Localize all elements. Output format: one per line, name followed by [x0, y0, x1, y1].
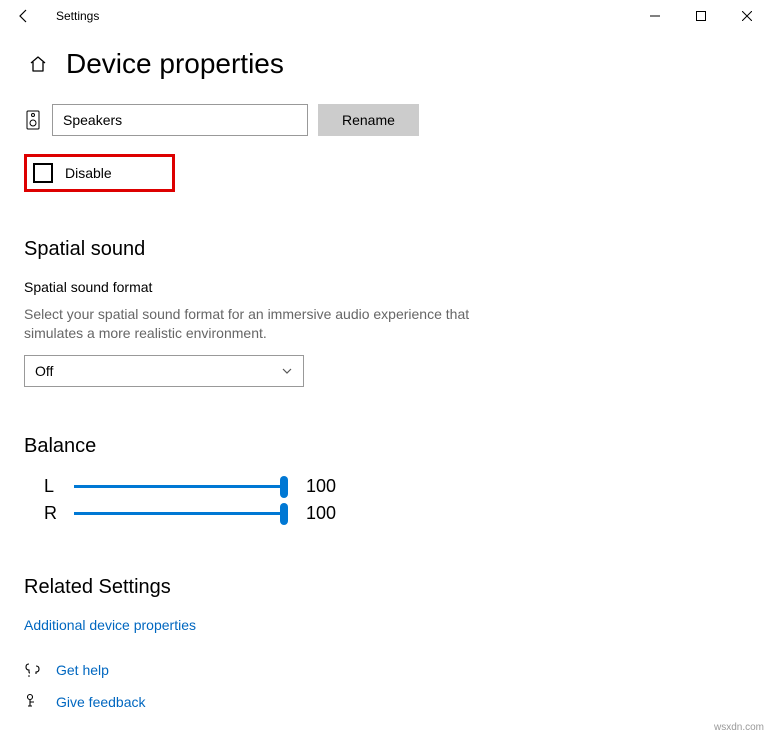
- device-name-row: Rename: [24, 104, 746, 136]
- help-icon: [24, 661, 42, 679]
- watermark: wsxdn.com: [714, 722, 764, 733]
- rename-button[interactable]: Rename: [318, 104, 419, 136]
- disable-label: Disable: [65, 165, 112, 181]
- additional-device-properties-link[interactable]: Additional device properties: [24, 617, 196, 633]
- back-arrow-icon: [16, 8, 32, 24]
- chevron-down-icon: [281, 365, 293, 377]
- balance-right-value: 100: [306, 503, 336, 524]
- spatial-sound-heading: Spatial sound: [24, 238, 746, 261]
- get-help-link[interactable]: Get help: [56, 662, 109, 678]
- minimize-icon: [650, 11, 660, 21]
- page-header: Device properties: [0, 32, 770, 104]
- back-button[interactable]: [8, 0, 40, 32]
- titlebar: Settings: [0, 0, 770, 32]
- dropdown-value: Off: [35, 363, 53, 379]
- content: Rename Disable Spatial sound Spatial sou…: [0, 104, 770, 635]
- feedback-icon: [24, 693, 42, 711]
- balance-left-slider[interactable]: [74, 485, 284, 488]
- window-title: Settings: [56, 9, 99, 23]
- give-feedback-row[interactable]: Give feedback: [24, 693, 146, 711]
- get-help-row[interactable]: Get help: [24, 661, 146, 679]
- slider-thumb[interactable]: [280, 476, 288, 498]
- device-name-input[interactable]: [52, 104, 308, 136]
- disable-checkbox[interactable]: [33, 163, 53, 183]
- spatial-format-label: Spatial sound format: [24, 279, 746, 295]
- disable-checkbox-highlight: Disable: [24, 154, 175, 192]
- maximize-icon: [696, 11, 706, 21]
- speaker-icon: [24, 110, 42, 130]
- spatial-format-dropdown[interactable]: Off: [24, 355, 304, 387]
- balance-left-value: 100: [306, 476, 336, 497]
- related-settings-heading: Related Settings: [24, 576, 746, 599]
- balance-right-label: R: [44, 503, 74, 524]
- window-controls: [632, 0, 770, 32]
- balance-right-row: R 100: [44, 503, 746, 524]
- slider-thumb[interactable]: [280, 503, 288, 525]
- give-feedback-link[interactable]: Give feedback: [56, 694, 146, 710]
- close-button[interactable]: [724, 0, 770, 32]
- home-icon[interactable]: [28, 54, 48, 74]
- footer: Get help Give feedback: [24, 661, 146, 725]
- maximize-button[interactable]: [678, 0, 724, 32]
- balance-left-label: L: [44, 476, 74, 497]
- page-title: Device properties: [66, 48, 284, 80]
- balance-heading: Balance: [24, 435, 746, 458]
- balance-right-slider[interactable]: [74, 512, 284, 515]
- balance-left-row: L 100: [44, 476, 746, 497]
- spatial-description: Select your spatial sound format for an …: [24, 305, 494, 343]
- minimize-button[interactable]: [632, 0, 678, 32]
- close-icon: [742, 11, 752, 21]
